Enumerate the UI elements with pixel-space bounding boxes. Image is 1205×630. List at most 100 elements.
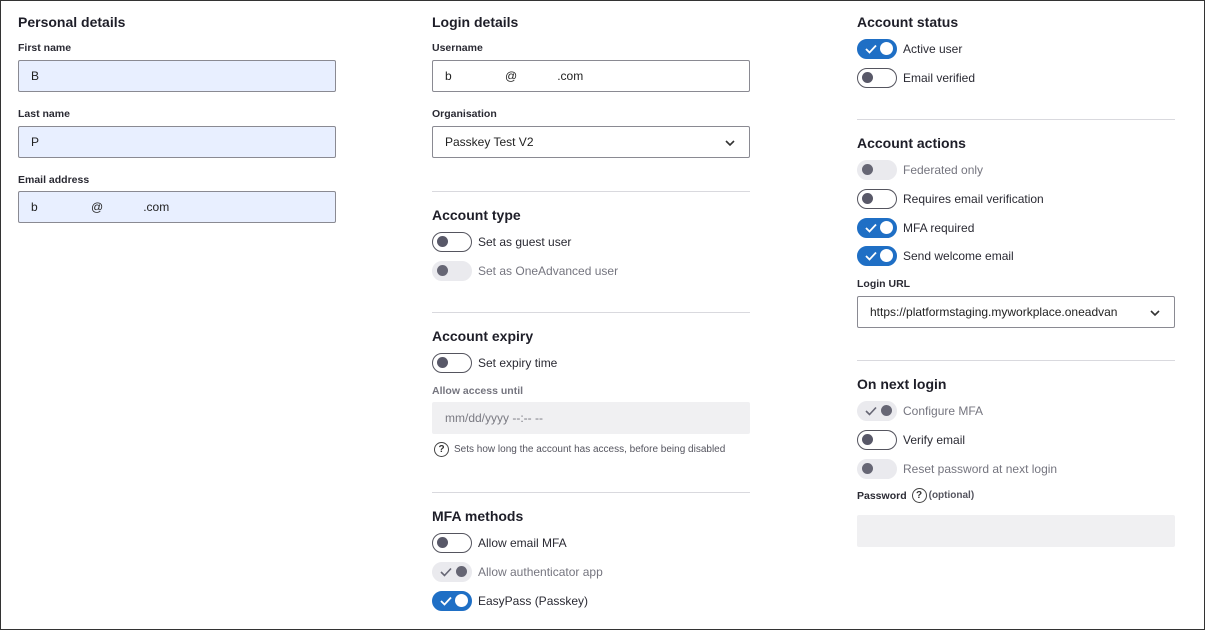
toggle-knob	[862, 434, 873, 445]
divider	[857, 360, 1175, 361]
login-details-heading: Login details	[432, 14, 519, 30]
reset-password-toggle	[857, 459, 897, 479]
guest-user-toggle[interactable]	[432, 232, 472, 252]
active-user-toggle-row[interactable]: Active user	[857, 39, 962, 59]
login-url-value: https://platformstaging.myworkplace.onea…	[870, 305, 1118, 319]
guest-user-toggle-row[interactable]: Set as guest user	[432, 232, 571, 252]
email-address-value: b @ .com	[31, 200, 170, 214]
last-name-label: Last name	[18, 108, 70, 120]
toggle-knob	[862, 193, 873, 204]
reset-password-label: Reset password at next login	[903, 462, 1058, 476]
expiry-toggle[interactable]	[432, 353, 472, 373]
toggle-knob	[456, 566, 467, 577]
check-icon	[865, 406, 877, 416]
verify-email-toggle[interactable]	[857, 430, 897, 450]
mfa-required-toggle-row[interactable]: MFA required	[857, 218, 974, 238]
oneadvanced-user-toggle-row: Set as OneAdvanced user	[432, 261, 618, 281]
welcome-email-toggle-row[interactable]: Send welcome email	[857, 246, 1014, 266]
configure-mfa-toggle-row: Configure MFA	[857, 401, 983, 421]
first-name-label: First name	[18, 42, 72, 54]
allow-access-field: mm/dd/yyyy --:-- --	[432, 402, 750, 434]
check-icon	[440, 596, 452, 606]
password-label-row: Password ? (optional)	[857, 488, 974, 503]
password-field	[857, 515, 1175, 547]
mfa-methods-heading: MFA methods	[432, 508, 524, 524]
account-actions-heading: Account actions	[857, 135, 966, 151]
allow-access-placeholder: mm/dd/yyyy --:-- --	[445, 411, 543, 425]
mfa-required-toggle[interactable]	[857, 218, 897, 238]
authenticator-toggle-row: Allow authenticator app	[432, 562, 603, 582]
email-mfa-toggle-row[interactable]: Allow email MFA	[432, 533, 567, 553]
toggle-knob	[437, 537, 448, 548]
configure-mfa-label: Configure MFA	[903, 404, 984, 418]
chevron-down-icon	[725, 140, 735, 147]
account-status-heading: Account status	[857, 14, 959, 30]
toggle-knob	[862, 463, 873, 474]
expiry-help: ? Sets how long the account has access, …	[434, 442, 725, 457]
divider	[432, 312, 750, 313]
active-user-toggle[interactable]	[857, 39, 897, 59]
active-user-label: Active user	[903, 42, 963, 56]
username-field[interactable]: b @ .com	[432, 60, 750, 92]
expiry-help-text: Sets how long the account has access, be…	[454, 444, 726, 455]
username-value: b @ .com	[445, 69, 584, 83]
requires-verification-label: Requires email verification	[903, 192, 1044, 206]
requires-verification-toggle[interactable]	[857, 189, 897, 209]
password-label: Password	[857, 489, 907, 502]
organisation-select[interactable]: Passkey Test V2	[432, 126, 750, 158]
question-circle-icon[interactable]: ?	[911, 488, 927, 503]
toggle-knob	[880, 249, 893, 262]
easypass-toggle[interactable]	[432, 591, 472, 611]
first-name-field[interactable]: B	[18, 60, 336, 92]
toggle-knob	[880, 221, 893, 234]
account-expiry-heading: Account expiry	[432, 328, 534, 344]
verify-email-label: Verify email	[903, 433, 966, 447]
mfa-required-label: MFA required	[903, 221, 975, 235]
login-url-label: Login URL	[857, 278, 911, 290]
email-address-field[interactable]: b @ .com	[18, 191, 336, 223]
divider	[432, 191, 750, 192]
organisation-value: Passkey Test V2	[445, 135, 534, 149]
allow-access-label: Allow access until	[432, 385, 524, 397]
requires-verification-toggle-row[interactable]: Requires email verification	[857, 189, 1044, 209]
last-name-field[interactable]: P	[18, 126, 336, 158]
easypass-toggle-row[interactable]: EasyPass (Passkey)	[432, 591, 588, 611]
password-optional-text: (optional)	[928, 490, 975, 501]
email-verified-label: Email verified	[903, 71, 976, 85]
verify-email-toggle-row[interactable]: Verify email	[857, 430, 965, 450]
toggle-knob	[881, 405, 892, 416]
chevron-down-icon	[1150, 310, 1160, 317]
account-type-heading: Account type	[432, 207, 521, 223]
email-mfa-toggle[interactable]	[432, 533, 472, 553]
toggle-knob	[880, 42, 893, 55]
guest-user-label: Set as guest user	[478, 235, 572, 249]
login-url-select[interactable]: https://platformstaging.myworkplace.onea…	[857, 296, 1175, 328]
check-icon	[440, 567, 452, 577]
welcome-email-label: Send welcome email	[903, 249, 1014, 263]
toggle-knob	[437, 236, 448, 247]
toggle-knob	[455, 594, 468, 607]
first-name-value: B	[31, 69, 40, 83]
check-icon	[865, 251, 877, 261]
check-icon	[865, 223, 877, 233]
federated-label: Federated only	[903, 163, 984, 177]
oneadvanced-user-label: Set as OneAdvanced user	[478, 264, 619, 278]
federated-toggle	[857, 160, 897, 180]
email-mfa-label: Allow email MFA	[478, 536, 567, 550]
email-address-label: Email address	[18, 174, 90, 186]
toggle-knob	[862, 164, 873, 175]
federated-toggle-row: Federated only	[857, 160, 983, 180]
divider	[857, 119, 1175, 120]
toggle-knob	[437, 265, 448, 276]
authenticator-label: Allow authenticator app	[478, 565, 603, 579]
last-name-value: P	[31, 135, 40, 149]
email-verified-toggle[interactable]	[857, 68, 897, 88]
reset-password-toggle-row: Reset password at next login	[857, 459, 1057, 479]
email-verified-toggle-row[interactable]: Email verified	[857, 68, 975, 88]
expiry-toggle-row[interactable]: Set expiry time	[432, 353, 557, 373]
authenticator-toggle	[432, 562, 472, 582]
organisation-label: Organisation	[432, 108, 497, 120]
next-login-heading: On next login	[857, 376, 947, 392]
divider	[432, 492, 750, 493]
welcome-email-toggle[interactable]	[857, 246, 897, 266]
